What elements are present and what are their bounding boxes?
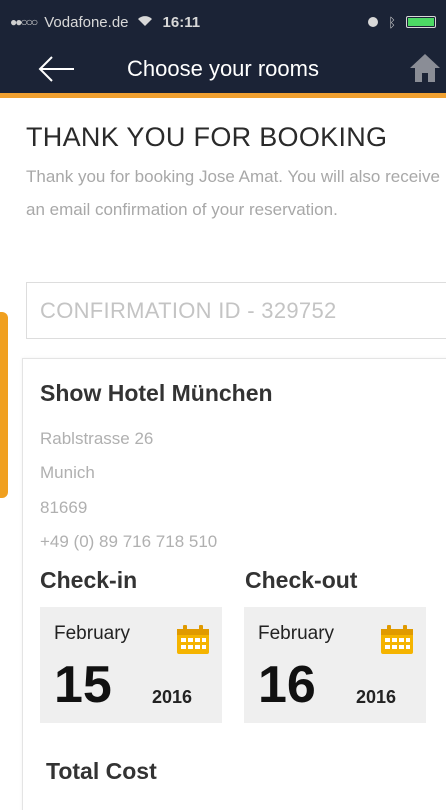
- back-arrow-icon[interactable]: [36, 54, 76, 84]
- hotel-zip: 81669: [40, 498, 88, 517]
- calendar-icon: [380, 624, 414, 655]
- page-title: Choose your rooms: [127, 55, 319, 81]
- checkout-date-box[interactable]: February 16 2016: [244, 607, 426, 723]
- checkin-year: 2016: [152, 687, 193, 707]
- signal-strength: ●●○○○: [10, 15, 38, 29]
- thank-you-heading: THANK YOU FOR BOOKING: [26, 122, 388, 152]
- total-cost-label: Total Cost: [46, 758, 157, 784]
- battery-icon: [406, 16, 436, 28]
- status-indicators: ᛒ: [368, 15, 436, 30]
- confirmation-id-box: CONFIRMATION ID - 329752: [26, 282, 446, 339]
- confirmation-id: CONFIRMATION ID - 329752: [40, 297, 337, 323]
- side-drawer-handle[interactable]: [0, 312, 8, 498]
- navigation-bar: Choose your rooms: [0, 44, 446, 93]
- home-icon[interactable]: [408, 52, 442, 84]
- checkout-day: 16: [258, 656, 316, 714]
- do-not-disturb-icon: [368, 17, 379, 27]
- checkout-month: February: [258, 623, 335, 644]
- carrier-name: Vodafone.de: [44, 13, 129, 31]
- hotel-street: Rablstrasse 26: [40, 429, 154, 448]
- hotel-city: Munich: [40, 463, 95, 482]
- hotel-phone[interactable]: +49 (0) 89 716 718 510: [40, 532, 217, 552]
- checkin-day: 15: [54, 656, 112, 714]
- checkout-year: 2016: [356, 687, 397, 707]
- checkin-month: February: [54, 623, 131, 644]
- nav-accent-bar: [0, 93, 446, 98]
- checkout-label: Check-out: [245, 567, 358, 593]
- wifi-icon: [137, 14, 153, 31]
- status-bar: ●●○○○ Vodafone.de 16:11 ᛒ: [0, 0, 446, 44]
- bluetooth-icon: ᛒ: [388, 14, 396, 30]
- checkin-date-box[interactable]: February 15 2016: [40, 607, 222, 723]
- status-time: 16:11: [162, 13, 201, 31]
- booking-intro-text: Thank you for booking Jose Amat. You wil…: [26, 167, 440, 219]
- calendar-icon: [176, 624, 210, 655]
- hotel-name: Show Hotel München: [40, 380, 273, 406]
- checkin-label: Check-in: [40, 567, 138, 593]
